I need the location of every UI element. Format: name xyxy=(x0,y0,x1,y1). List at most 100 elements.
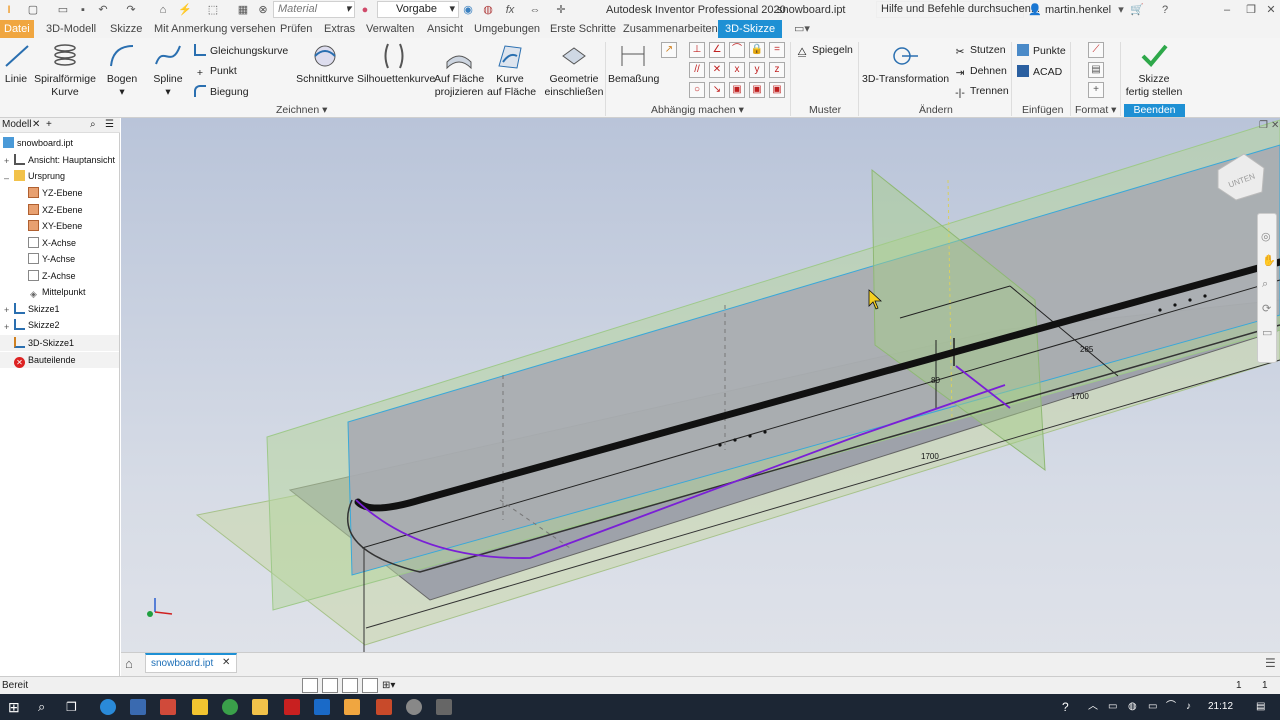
home-icon[interactable]: ⌂ xyxy=(156,3,170,17)
tab-verwalten[interactable]: Verwalten xyxy=(362,20,418,38)
app-icon[interactable] xyxy=(406,699,422,715)
tab-extras[interactable]: Extras xyxy=(320,20,359,38)
redo-icon[interactable]: ↷ xyxy=(124,3,138,17)
dimension-value[interactable]: 1700 xyxy=(921,452,939,461)
curve-on-surface-button[interactable]: Kurve auf Fläche xyxy=(487,42,536,99)
mirror-button[interactable]: ⧋ Spiegeln xyxy=(796,44,853,58)
new-file-icon[interactable]: ▢ xyxy=(26,3,40,17)
maximize-icon[interactable]: ❐ xyxy=(1244,3,1258,17)
close-icon[interactable]: ✕ xyxy=(32,118,40,132)
tree-item-y-axis[interactable]: Y-Achse xyxy=(28,253,75,265)
clear-appearance-icon[interactable]: ◍ xyxy=(481,3,495,17)
dimension-value[interactable]: 285 xyxy=(1080,345,1093,354)
parallel-z-icon[interactable]: z xyxy=(769,62,785,78)
group-label-abhaengig[interactable]: Abhängig machen ▾ xyxy=(651,104,744,116)
task-view-icon[interactable]: ❐ xyxy=(66,694,77,720)
group-label-format[interactable]: Format ▾ xyxy=(1075,104,1116,116)
fx-parameters-icon[interactable]: fx xyxy=(503,3,517,17)
sticky-notes-icon[interactable] xyxy=(192,699,208,715)
panel-toggle-icon[interactable]: ▭▾ xyxy=(790,20,814,38)
tray-icon[interactable]: ◍ xyxy=(1128,694,1137,720)
windows-start-icon[interactable]: ⊞ xyxy=(8,694,20,720)
snap-icon[interactable] xyxy=(322,678,338,693)
chevron-down-icon[interactable]: ▾ xyxy=(1114,3,1128,17)
construction-icon[interactable]: ⟋ xyxy=(1088,42,1104,58)
restore-icon[interactable]: ❐ xyxy=(1259,120,1268,131)
finish-sketch-button[interactable]: Skizze fertig stellen xyxy=(1124,42,1184,99)
minimize-icon[interactable]: – xyxy=(1220,3,1234,17)
tab-anmerkung[interactable]: Mit Anmerkung versehen xyxy=(150,20,280,38)
project-to-surface-button[interactable]: Auf Fläche projizieren xyxy=(434,42,484,99)
auto-dimension-icon[interactable]: ↗ xyxy=(661,42,677,58)
tree-item-xz-plane[interactable]: XZ-Ebene xyxy=(28,204,83,216)
volume-icon[interactable]: ♪ xyxy=(1186,694,1191,720)
menu-icon[interactable]: ☰ xyxy=(1265,656,1276,670)
include-geometry-button[interactable]: Geometrie einschließen xyxy=(544,42,604,99)
dimension-value[interactable]: 80 xyxy=(931,376,940,385)
tab-pruefen[interactable]: Prüfen xyxy=(276,20,316,38)
close-icon[interactable]: ✕ xyxy=(222,657,230,668)
acad-button[interactable]: ACAD xyxy=(1017,65,1062,79)
help-icon[interactable]: ? xyxy=(1158,3,1172,17)
coincident-icon[interactable]: ∠ xyxy=(709,42,725,58)
orbit-icon[interactable]: ⟳ xyxy=(1262,302,1271,315)
equal-icon[interactable]: = xyxy=(769,42,785,58)
dimension-value[interactable]: 1700 xyxy=(1071,392,1089,401)
search-icon[interactable]: ⌕ xyxy=(38,694,45,720)
tab-umgebungen[interactable]: Umgebungen xyxy=(470,20,544,38)
outlook-icon[interactable] xyxy=(314,699,330,715)
format-grid-icon[interactable]: ▤ xyxy=(1088,62,1104,78)
tree-item-center-point[interactable]: ◈ Mittelpunkt xyxy=(28,286,86,300)
tree-item-part[interactable]: snowboard.ipt xyxy=(3,137,73,149)
tab-erste-schritte[interactable]: Erste Schritte xyxy=(546,20,620,38)
help-icon[interactable]: ? xyxy=(1062,694,1069,720)
centerpoint-icon[interactable]: + xyxy=(1088,82,1104,98)
menu-icon[interactable]: ☰ xyxy=(105,118,114,132)
chevron-up-icon[interactable]: ︿ xyxy=(1088,694,1098,720)
adjust-icon[interactable]: ◉ xyxy=(461,3,475,17)
save-icon[interactable]: ▪ xyxy=(76,3,90,17)
properties-icon[interactable]: ▦ xyxy=(236,3,250,17)
3d-transform-button[interactable]: 3D-Transformation xyxy=(862,42,949,86)
steering-wheel-icon[interactable]: ◎ xyxy=(1261,230,1271,243)
tray-icon[interactable]: ▭ xyxy=(1108,694,1117,720)
look-at-icon[interactable]: ▭ xyxy=(1262,326,1272,339)
cart-icon[interactable]: 🛒 xyxy=(1130,3,1144,17)
silhouette-curve-button[interactable]: Silhouettenkurve xyxy=(357,42,435,86)
tree-item-z-axis[interactable]: Z-Achse xyxy=(28,270,76,282)
clock[interactable]: 21:12 xyxy=(1208,694,1233,720)
yz-plane-icon[interactable]: ▣ xyxy=(749,82,765,98)
tab-skizze[interactable]: Skizze xyxy=(106,20,146,38)
update-icon[interactable]: ⚡ xyxy=(178,3,192,17)
expand-icon[interactable]: + xyxy=(4,322,9,332)
parallel-y-icon[interactable]: y xyxy=(749,62,765,78)
acrobat-icon[interactable] xyxy=(284,699,300,715)
equation-curve-button[interactable]: Gleichungskurve xyxy=(194,44,288,58)
close-icon[interactable]: ✕ xyxy=(1271,120,1279,131)
add-tab-icon[interactable]: + xyxy=(46,118,52,132)
snap-icon[interactable] xyxy=(302,678,318,693)
graphics-viewport[interactable]: 285 80 1700 1700 UNTEN ◎ ✋ ⌕ ⟳ ▭ ❐ ✕ xyxy=(121,118,1280,658)
cancel-circle-icon[interactable]: ⊗ xyxy=(256,3,270,17)
home-icon[interactable]: ⌂ xyxy=(125,656,133,671)
appearance-select[interactable]: Vorgabe ▾ xyxy=(377,1,459,18)
close-icon[interactable]: ✕ xyxy=(1264,3,1278,17)
search-icon[interactable]: ⌕ xyxy=(90,118,96,132)
spline-button[interactable]: Spline ▾ xyxy=(150,42,186,99)
collapse-icon[interactable]: – xyxy=(4,173,9,183)
perpendicular-icon[interactable]: ⊥ xyxy=(689,42,705,58)
tab-datei[interactable]: Datei xyxy=(0,20,34,38)
user-name[interactable]: martin.henkel xyxy=(1045,2,1111,18)
pan-icon[interactable]: ✋ xyxy=(1262,254,1276,267)
tab-zusammenarbeiten[interactable]: Zusammenarbeiten xyxy=(619,20,722,38)
xz-plane-icon[interactable]: ▣ xyxy=(769,82,785,98)
tree-item-yz-plane[interactable]: YZ-Ebene xyxy=(28,187,83,199)
edge-icon[interactable] xyxy=(100,699,116,715)
xy-plane-icon[interactable]: ▣ xyxy=(729,82,745,98)
point-button[interactable]: + Punkt xyxy=(194,65,237,79)
snap-icon[interactable] xyxy=(342,678,358,693)
dimension-button[interactable]: Bemaßung xyxy=(608,42,659,86)
tab-ansicht[interactable]: Ansicht xyxy=(423,20,467,38)
line-button[interactable]: Linie xyxy=(2,42,30,86)
battery-icon[interactable]: ▭ xyxy=(1148,694,1157,720)
